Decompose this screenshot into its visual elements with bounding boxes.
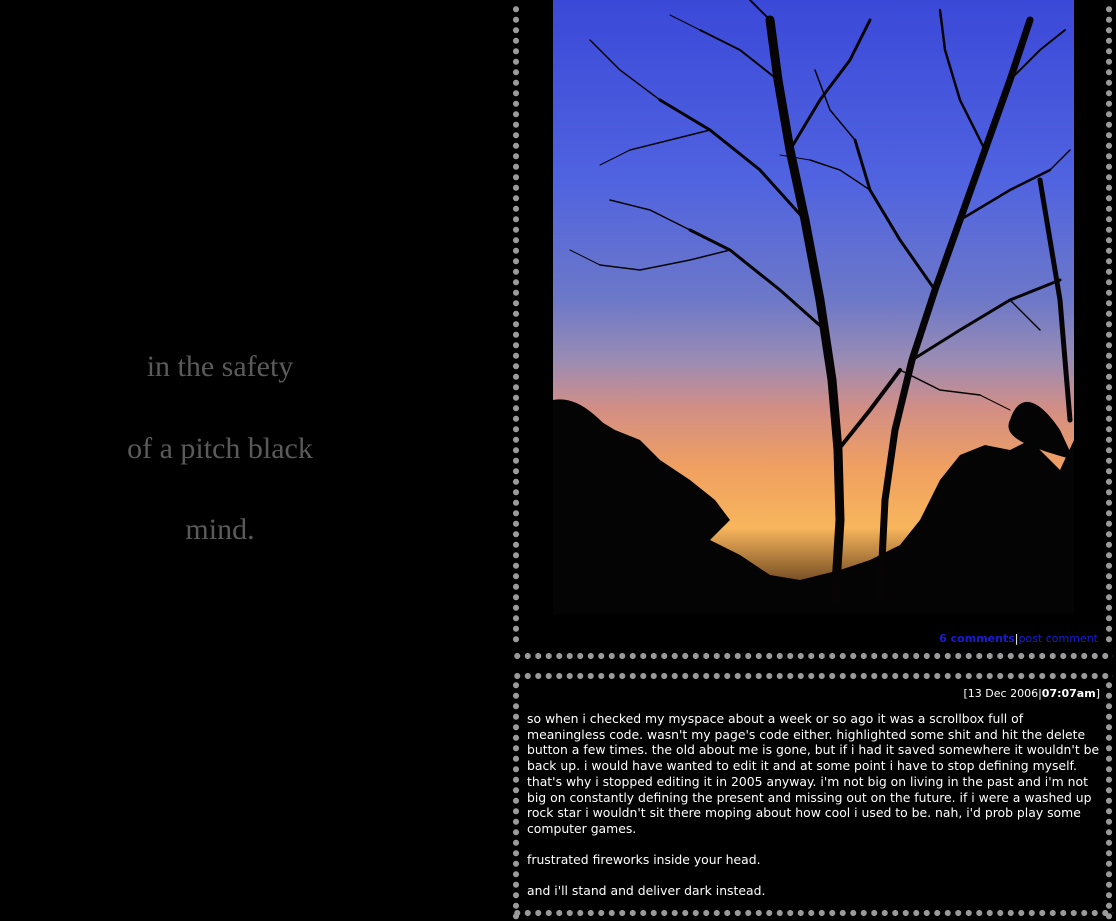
entry-body: so when i checked my myspace about a wee…	[527, 711, 1101, 915]
dotted-border-right-bottom	[1105, 680, 1113, 921]
post-links: 6 comments|post comment	[939, 632, 1098, 645]
dotted-border-left-bottom	[512, 680, 520, 921]
tagline-line-3: mind.	[185, 513, 255, 546]
dotted-border-right-top	[1105, 4, 1113, 646]
sunset-tree-photo	[540, 0, 1081, 614]
entry-date: [13 Dec 2006	[963, 687, 1039, 700]
tagline-line-1: in the safety	[146, 350, 294, 383]
comments-link[interactable]: 6 comments	[939, 632, 1015, 645]
timestamp-close: ]	[1095, 687, 1100, 700]
entry-timestamp: [13 Dec 2006|07:07am]	[964, 687, 1100, 700]
entry-time: 07:07am	[1041, 687, 1096, 700]
dotted-border-left-top	[512, 4, 520, 646]
dotted-border-divider-top	[512, 672, 1113, 680]
post-comment-link[interactable]: post comment	[1018, 632, 1098, 645]
entry-paragraph: frustrated fireworks inside your head.	[527, 852, 761, 868]
entry-paragraph: so when i checked my myspace about a wee…	[527, 711, 1100, 836]
tagline-line-2: of a pitch black	[127, 432, 313, 465]
dotted-border-divider-bottom	[512, 652, 1113, 660]
entry-paragraph: and i'll stand and deliver dark instead.	[527, 883, 766, 899]
